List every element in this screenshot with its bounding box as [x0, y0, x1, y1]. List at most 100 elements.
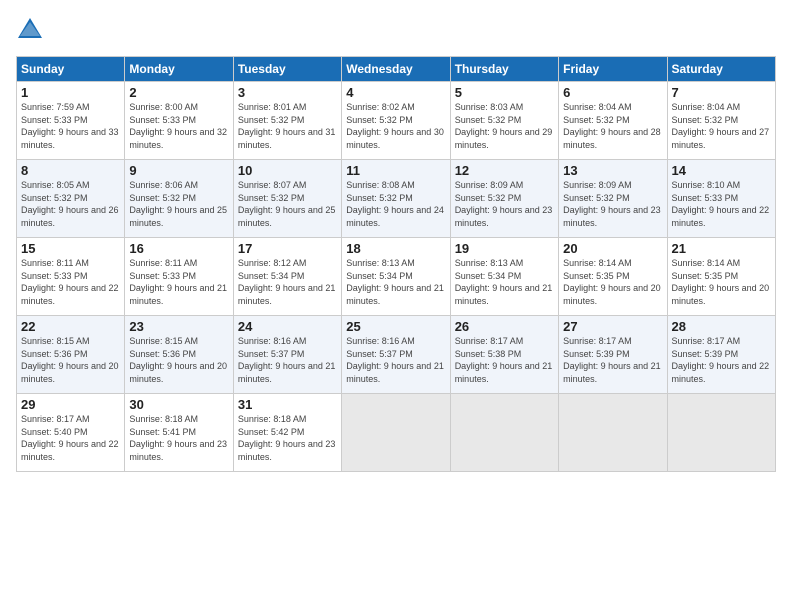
- day-number: 22: [21, 319, 120, 334]
- day-number: 4: [346, 85, 445, 100]
- calendar-week-2: 8Sunrise: 8:05 AMSunset: 5:32 PMDaylight…: [17, 160, 776, 238]
- day-info: Sunrise: 8:04 AMSunset: 5:32 PMDaylight:…: [672, 101, 771, 151]
- day-number: 10: [238, 163, 337, 178]
- day-info: Sunrise: 8:17 AMSunset: 5:38 PMDaylight:…: [455, 335, 554, 385]
- day-number: 30: [129, 397, 228, 412]
- day-info: Sunrise: 8:01 AMSunset: 5:32 PMDaylight:…: [238, 101, 337, 151]
- calendar-cell: 29Sunrise: 8:17 AMSunset: 5:40 PMDayligh…: [17, 394, 125, 472]
- day-header-sunday: Sunday: [17, 57, 125, 82]
- calendar-cell: 18Sunrise: 8:13 AMSunset: 5:34 PMDayligh…: [342, 238, 450, 316]
- day-number: 5: [455, 85, 554, 100]
- calendar-table: SundayMondayTuesdayWednesdayThursdayFrid…: [16, 56, 776, 472]
- logo: [16, 16, 48, 44]
- day-number: 16: [129, 241, 228, 256]
- calendar-cell: 31Sunrise: 8:18 AMSunset: 5:42 PMDayligh…: [233, 394, 341, 472]
- calendar-cell: 20Sunrise: 8:14 AMSunset: 5:35 PMDayligh…: [559, 238, 667, 316]
- day-info: Sunrise: 8:08 AMSunset: 5:32 PMDaylight:…: [346, 179, 445, 229]
- calendar-cell: 26Sunrise: 8:17 AMSunset: 5:38 PMDayligh…: [450, 316, 558, 394]
- calendar-cell: 27Sunrise: 8:17 AMSunset: 5:39 PMDayligh…: [559, 316, 667, 394]
- calendar-cell: 30Sunrise: 8:18 AMSunset: 5:41 PMDayligh…: [125, 394, 233, 472]
- day-number: 9: [129, 163, 228, 178]
- day-number: 21: [672, 241, 771, 256]
- day-info: Sunrise: 8:11 AMSunset: 5:33 PMDaylight:…: [21, 257, 120, 307]
- calendar-cell: 11Sunrise: 8:08 AMSunset: 5:32 PMDayligh…: [342, 160, 450, 238]
- day-number: 19: [455, 241, 554, 256]
- calendar-week-1: 1Sunrise: 7:59 AMSunset: 5:33 PMDaylight…: [17, 82, 776, 160]
- day-number: 6: [563, 85, 662, 100]
- day-info: Sunrise: 8:07 AMSunset: 5:32 PMDaylight:…: [238, 179, 337, 229]
- day-number: 24: [238, 319, 337, 334]
- day-info: Sunrise: 8:18 AMSunset: 5:42 PMDaylight:…: [238, 413, 337, 463]
- calendar-week-4: 22Sunrise: 8:15 AMSunset: 5:36 PMDayligh…: [17, 316, 776, 394]
- calendar-cell: 8Sunrise: 8:05 AMSunset: 5:32 PMDaylight…: [17, 160, 125, 238]
- day-info: Sunrise: 8:09 AMSunset: 5:32 PMDaylight:…: [563, 179, 662, 229]
- day-info: Sunrise: 8:17 AMSunset: 5:39 PMDaylight:…: [563, 335, 662, 385]
- calendar-cell: [342, 394, 450, 472]
- day-info: Sunrise: 8:18 AMSunset: 5:41 PMDaylight:…: [129, 413, 228, 463]
- day-header-friday: Friday: [559, 57, 667, 82]
- calendar-cell: 14Sunrise: 8:10 AMSunset: 5:33 PMDayligh…: [667, 160, 775, 238]
- day-info: Sunrise: 8:17 AMSunset: 5:39 PMDaylight:…: [672, 335, 771, 385]
- calendar-cell: 10Sunrise: 8:07 AMSunset: 5:32 PMDayligh…: [233, 160, 341, 238]
- calendar-cell: 22Sunrise: 8:15 AMSunset: 5:36 PMDayligh…: [17, 316, 125, 394]
- day-header-tuesday: Tuesday: [233, 57, 341, 82]
- day-header-monday: Monday: [125, 57, 233, 82]
- calendar-cell: 2Sunrise: 8:00 AMSunset: 5:33 PMDaylight…: [125, 82, 233, 160]
- day-info: Sunrise: 8:16 AMSunset: 5:37 PMDaylight:…: [238, 335, 337, 385]
- calendar-cell: 5Sunrise: 8:03 AMSunset: 5:32 PMDaylight…: [450, 82, 558, 160]
- calendar-cell: 15Sunrise: 8:11 AMSunset: 5:33 PMDayligh…: [17, 238, 125, 316]
- day-number: 2: [129, 85, 228, 100]
- calendar-cell: 17Sunrise: 8:12 AMSunset: 5:34 PMDayligh…: [233, 238, 341, 316]
- day-info: Sunrise: 8:04 AMSunset: 5:32 PMDaylight:…: [563, 101, 662, 151]
- day-number: 1: [21, 85, 120, 100]
- calendar-cell: 25Sunrise: 8:16 AMSunset: 5:37 PMDayligh…: [342, 316, 450, 394]
- calendar-cell: 4Sunrise: 8:02 AMSunset: 5:32 PMDaylight…: [342, 82, 450, 160]
- day-number: 20: [563, 241, 662, 256]
- day-number: 26: [455, 319, 554, 334]
- day-info: Sunrise: 8:15 AMSunset: 5:36 PMDaylight:…: [21, 335, 120, 385]
- day-number: 12: [455, 163, 554, 178]
- day-number: 25: [346, 319, 445, 334]
- calendar-cell: 23Sunrise: 8:15 AMSunset: 5:36 PMDayligh…: [125, 316, 233, 394]
- calendar-cell: 3Sunrise: 8:01 AMSunset: 5:32 PMDaylight…: [233, 82, 341, 160]
- calendar-cell: 1Sunrise: 7:59 AMSunset: 5:33 PMDaylight…: [17, 82, 125, 160]
- day-info: Sunrise: 8:11 AMSunset: 5:33 PMDaylight:…: [129, 257, 228, 307]
- day-info: Sunrise: 8:13 AMSunset: 5:34 PMDaylight:…: [346, 257, 445, 307]
- calendar-body: 1Sunrise: 7:59 AMSunset: 5:33 PMDaylight…: [17, 82, 776, 472]
- day-info: Sunrise: 8:12 AMSunset: 5:34 PMDaylight:…: [238, 257, 337, 307]
- day-info: Sunrise: 8:00 AMSunset: 5:33 PMDaylight:…: [129, 101, 228, 151]
- day-info: Sunrise: 8:14 AMSunset: 5:35 PMDaylight:…: [672, 257, 771, 307]
- calendar-cell: 9Sunrise: 8:06 AMSunset: 5:32 PMDaylight…: [125, 160, 233, 238]
- calendar-cell: 6Sunrise: 8:04 AMSunset: 5:32 PMDaylight…: [559, 82, 667, 160]
- day-number: 31: [238, 397, 337, 412]
- day-info: Sunrise: 8:03 AMSunset: 5:32 PMDaylight:…: [455, 101, 554, 151]
- day-info: Sunrise: 8:16 AMSunset: 5:37 PMDaylight:…: [346, 335, 445, 385]
- day-info: Sunrise: 8:14 AMSunset: 5:35 PMDaylight:…: [563, 257, 662, 307]
- calendar-cell: 19Sunrise: 8:13 AMSunset: 5:34 PMDayligh…: [450, 238, 558, 316]
- calendar-cell: [667, 394, 775, 472]
- day-header-saturday: Saturday: [667, 57, 775, 82]
- day-number: 29: [21, 397, 120, 412]
- calendar-week-3: 15Sunrise: 8:11 AMSunset: 5:33 PMDayligh…: [17, 238, 776, 316]
- calendar-week-5: 29Sunrise: 8:17 AMSunset: 5:40 PMDayligh…: [17, 394, 776, 472]
- day-info: Sunrise: 8:13 AMSunset: 5:34 PMDaylight:…: [455, 257, 554, 307]
- day-number: 13: [563, 163, 662, 178]
- day-number: 27: [563, 319, 662, 334]
- calendar-header-row: SundayMondayTuesdayWednesdayThursdayFrid…: [17, 57, 776, 82]
- calendar-cell: 7Sunrise: 8:04 AMSunset: 5:32 PMDaylight…: [667, 82, 775, 160]
- calendar-cell: [450, 394, 558, 472]
- calendar-cell: 28Sunrise: 8:17 AMSunset: 5:39 PMDayligh…: [667, 316, 775, 394]
- day-number: 23: [129, 319, 228, 334]
- day-info: Sunrise: 8:10 AMSunset: 5:33 PMDaylight:…: [672, 179, 771, 229]
- calendar-cell: 12Sunrise: 8:09 AMSunset: 5:32 PMDayligh…: [450, 160, 558, 238]
- day-info: Sunrise: 8:02 AMSunset: 5:32 PMDaylight:…: [346, 101, 445, 151]
- day-info: Sunrise: 8:06 AMSunset: 5:32 PMDaylight:…: [129, 179, 228, 229]
- day-number: 14: [672, 163, 771, 178]
- day-info: Sunrise: 8:05 AMSunset: 5:32 PMDaylight:…: [21, 179, 120, 229]
- day-header-thursday: Thursday: [450, 57, 558, 82]
- calendar-cell: 16Sunrise: 8:11 AMSunset: 5:33 PMDayligh…: [125, 238, 233, 316]
- calendar-cell: 21Sunrise: 8:14 AMSunset: 5:35 PMDayligh…: [667, 238, 775, 316]
- calendar-cell: 13Sunrise: 8:09 AMSunset: 5:32 PMDayligh…: [559, 160, 667, 238]
- day-number: 15: [21, 241, 120, 256]
- day-info: Sunrise: 8:17 AMSunset: 5:40 PMDaylight:…: [21, 413, 120, 463]
